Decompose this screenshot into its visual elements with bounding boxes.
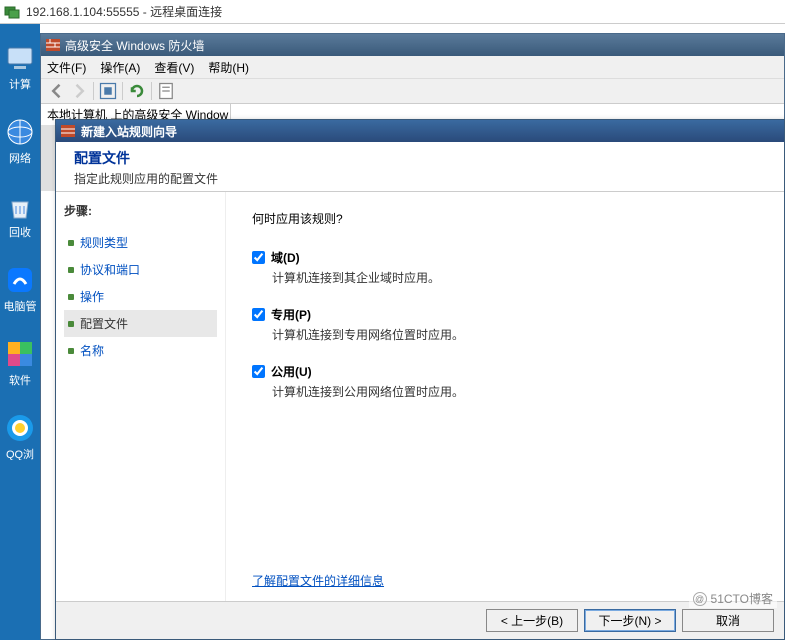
wizard-firewall-icon bbox=[60, 123, 76, 139]
desktop-icon-qqbrowser[interactable]: QQ浏 bbox=[3, 412, 37, 460]
wizard-title-text: 新建入站规则向导 bbox=[81, 123, 177, 140]
toolbar-separator bbox=[93, 82, 94, 100]
pcmanager-icon bbox=[4, 264, 36, 296]
option-private: 专用(P) 计算机连接到专用网络位置时应用。 bbox=[252, 306, 758, 343]
firewall-toolbar bbox=[41, 78, 784, 104]
watermark: @ 51CTO博客 bbox=[689, 589, 777, 608]
computer-icon bbox=[4, 42, 36, 74]
toolbar-separator bbox=[151, 82, 152, 100]
new-inbound-rule-wizard: 新建入站规则向导 配置文件 指定此规则应用的配置文件 步骤: 规则类型 协议和端… bbox=[55, 119, 785, 640]
desktop-icon-computer[interactable]: 计算 bbox=[3, 42, 37, 90]
network-icon bbox=[4, 116, 36, 148]
desktop-icon-recycle[interactable]: 回收 bbox=[3, 190, 37, 238]
steps-header: 步骤: bbox=[64, 202, 217, 219]
desc-domain: 计算机连接到其企业域时应用。 bbox=[272, 269, 758, 286]
next-button[interactable]: 下一步(N) > bbox=[584, 609, 676, 632]
cancel-button[interactable]: 取消 bbox=[682, 609, 774, 632]
step-dot-icon bbox=[68, 240, 74, 246]
step-dot-icon bbox=[68, 267, 74, 273]
wizard-header-subtitle: 指定此规则应用的配置文件 bbox=[74, 170, 766, 187]
back-button[interactable]: < 上一步(B) bbox=[486, 609, 578, 632]
desc-private: 计算机连接到专用网络位置时应用。 bbox=[272, 326, 758, 343]
option-domain: 域(D) 计算机连接到其企业域时应用。 bbox=[252, 249, 758, 286]
wizard-footer: < 上一步(B) 下一步(N) > 取消 bbox=[56, 601, 784, 639]
label-public: 公用(U) bbox=[271, 363, 312, 380]
firewall-titlebar[interactable]: 高级安全 Windows 防火墙 bbox=[41, 34, 784, 56]
step-dot-icon bbox=[68, 348, 74, 354]
step-dot-icon bbox=[68, 321, 74, 327]
menu-action[interactable]: 操作(A) bbox=[100, 59, 140, 76]
wizard-header: 配置文件 指定此规则应用的配置文件 bbox=[56, 142, 784, 192]
label-domain: 域(D) bbox=[271, 249, 300, 266]
checkbox-domain[interactable] bbox=[252, 251, 265, 264]
toolbar-forward-icon[interactable] bbox=[69, 81, 89, 101]
menu-view[interactable]: 查看(V) bbox=[154, 59, 194, 76]
wizard-titlebar[interactable]: 新建入站规则向导 bbox=[56, 120, 784, 142]
rdp-title: 192.168.1.104:55555 - 远程桌面连接 bbox=[26, 3, 222, 20]
toolbar-props-icon[interactable] bbox=[156, 81, 176, 101]
menu-help[interactable]: 帮助(H) bbox=[208, 59, 249, 76]
recycle-icon bbox=[4, 190, 36, 222]
toolbar-refresh-icon[interactable] bbox=[127, 81, 147, 101]
software-icon bbox=[4, 338, 36, 370]
toolbar-action-icon[interactable] bbox=[98, 81, 118, 101]
step-protocol-port[interactable]: 协议和端口 bbox=[64, 256, 217, 283]
firewall-menubar: 文件(F) 操作(A) 查看(V) 帮助(H) bbox=[41, 56, 784, 78]
step-name[interactable]: 名称 bbox=[64, 337, 217, 364]
watermark-text: 51CTO博客 bbox=[711, 590, 773, 607]
step-profile[interactable]: 配置文件 bbox=[64, 310, 217, 337]
rdp-title-bar: 192.168.1.104:55555 - 远程桌面连接 bbox=[0, 0, 785, 24]
wizard-content: 何时应用该规则? 域(D) 计算机连接到其企业域时应用。 专用(P) 计算机连接… bbox=[226, 192, 784, 601]
toolbar-back-icon[interactable] bbox=[47, 81, 67, 101]
watermark-at-icon: @ bbox=[693, 592, 707, 606]
checkbox-private[interactable] bbox=[252, 308, 265, 321]
label-private: 专用(P) bbox=[271, 306, 311, 323]
wizard-header-title: 配置文件 bbox=[74, 148, 766, 168]
step-action[interactable]: 操作 bbox=[64, 283, 217, 310]
desktop-icon-pcmanager[interactable]: 电脑管 bbox=[3, 264, 37, 312]
qqbrowser-icon bbox=[4, 412, 36, 444]
checkbox-public[interactable] bbox=[252, 365, 265, 378]
wizard-steps: 步骤: 规则类型 协议和端口 操作 配置文件 名称 bbox=[56, 192, 226, 601]
firewall-icon bbox=[45, 37, 61, 53]
desktop-icons: 计算 网络 回收 电脑管 软件 QQ浏 bbox=[0, 24, 40, 640]
menu-file[interactable]: 文件(F) bbox=[47, 59, 86, 76]
toolbar-separator bbox=[122, 82, 123, 100]
option-public: 公用(U) 计算机连接到公用网络位置时应用。 bbox=[252, 363, 758, 400]
step-rule-type[interactable]: 规则类型 bbox=[64, 229, 217, 256]
desktop-icon-software[interactable]: 软件 bbox=[3, 338, 37, 386]
desktop-icon-network[interactable]: 网络 bbox=[3, 116, 37, 164]
rdp-icon bbox=[4, 4, 20, 20]
learn-more-link[interactable]: 了解配置文件的详细信息 bbox=[252, 572, 384, 589]
desc-public: 计算机连接到公用网络位置时应用。 bbox=[272, 383, 758, 400]
firewall-title-text: 高级安全 Windows 防火墙 bbox=[65, 37, 204, 54]
step-dot-icon bbox=[68, 294, 74, 300]
content-prompt: 何时应用该规则? bbox=[252, 210, 758, 227]
wizard-body: 步骤: 规则类型 协议和端口 操作 配置文件 名称 何时应用该规则? 域(D) … bbox=[56, 192, 784, 601]
